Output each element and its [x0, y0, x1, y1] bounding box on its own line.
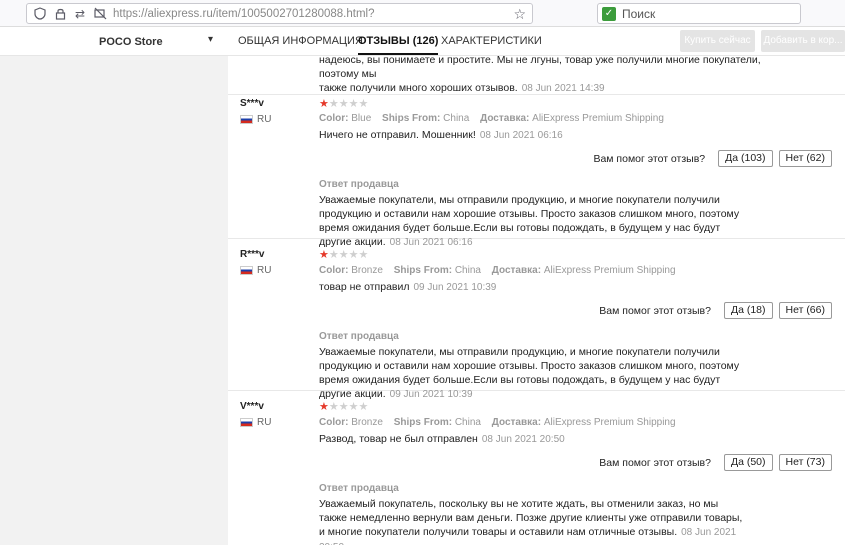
store-name[interactable]: POCO Store [99, 36, 163, 48]
vote-yes-button[interactable]: Да (18) [723, 302, 773, 319]
helpful-votes: Вам помог этот отзыв? Да (50) Нет (73) [599, 454, 832, 471]
lock-icon[interactable] [53, 7, 67, 21]
helpful-question: Вам помог этот отзыв? [599, 304, 711, 317]
review-item: S***v RU ★★★★★ Color: Blue Ships From: C… [228, 95, 845, 248]
star-rating: ★★★★★ [319, 248, 368, 261]
review-item: R***v RU ★★★★★ Color: Bronze Ships From:… [228, 239, 845, 400]
reviewer-country: RU [240, 265, 271, 276]
seller-reply-title: Ответ продавца [319, 483, 399, 494]
buy-now-button[interactable]: Купить сейчас [680, 30, 755, 52]
search-input[interactable]: ✓ Поиск [597, 3, 801, 24]
reviewer-name: V***v [240, 401, 264, 412]
review-item: V***v RU ★★★★★ Color: Bronze Ships From:… [228, 391, 845, 545]
review-text: Развод, товар не был отправлен 08 Jun 202… [319, 433, 565, 445]
permissions-icon[interactable]: ⇄ [73, 7, 87, 21]
review-date: 09 Jun 2021 10:39 [413, 282, 497, 293]
star-empty-icon: ★★★★ [328, 401, 369, 413]
review-attributes: Color: Bronze Ships From: China Доставка… [319, 265, 676, 276]
store-nav: POCO Store ▾ ОБЩАЯ ИНФОРМАЦИЯ ОТЗЫВЫ (12… [0, 27, 845, 56]
address-bar[interactable]: ⇄ https://aliexpress.ru/item/10050027012… [26, 3, 533, 24]
star-rating: ★★★★★ [319, 97, 368, 110]
review-attributes: Color: Bronze Ships From: China Доставка… [319, 417, 676, 428]
flag-ru-icon [240, 418, 253, 427]
star-empty-icon: ★★★★ [328, 249, 369, 261]
url-text: https://aliexpress.ru/item/1005002701280… [113, 8, 374, 20]
vote-yes-button[interactable]: Да (103) [718, 150, 773, 167]
star-rating: ★★★★★ [319, 400, 368, 413]
url-base: https://aliexpress.ru [113, 7, 213, 20]
tab-general-info[interactable]: ОБЩАЯ ИНФОРМАЦИЯ [238, 35, 363, 47]
reply-text: надеюсь, вы понимаете и простите. Мы не … [319, 56, 761, 94]
url-path: /item/1005002701280088.html? [212, 7, 375, 20]
reviewer-country: RU [240, 114, 271, 125]
camera-off-icon[interactable] [93, 7, 107, 21]
search-placeholder: Поиск [622, 6, 656, 21]
seller-reply-title: Ответ продавца [319, 331, 399, 342]
vote-no-button[interactable]: Нет (62) [778, 150, 832, 167]
tab-reviews[interactable]: ОТЗЫВЫ (126) [358, 35, 439, 55]
chevron-down-icon[interactable]: ▾ [208, 34, 213, 45]
browser-toolbar: ⇄ https://aliexpress.ru/item/10050027012… [0, 0, 845, 27]
reviewer-name: S***v [240, 98, 264, 109]
tab-specifications[interactable]: ХАРАКТЕРИСТИКИ [441, 35, 542, 47]
search-engine-icon: ✓ [602, 6, 616, 21]
helpful-question: Вам помог этот отзыв? [599, 456, 711, 469]
review-text: товар не отправил 09 Jun 2021 10:39 [319, 281, 497, 293]
seller-reply-text: Уважаемый покупатель, поскольку вы не хо… [319, 497, 749, 545]
reply-date: 08 Jun 2021 14:39 [521, 83, 605, 94]
review-attributes: Color: Blue Ships From: China Доставка: … [319, 113, 664, 124]
bookmark-star-icon[interactable]: ☆ [513, 6, 526, 23]
review-fragment: надеюсь, вы понимаете и простите. Мы не … [228, 56, 845, 95]
reviewer-country: RU [240, 417, 271, 428]
add-to-cart-button[interactable]: Добавить в кор... [761, 30, 845, 52]
reviewer-name: R***v [240, 249, 265, 260]
helpful-votes: Вам помог этот отзыв? Да (18) Нет (66) [599, 302, 832, 319]
helpful-votes: Вам помог этот отзыв? Да (103) Нет (62) [593, 150, 832, 167]
vote-no-button[interactable]: Нет (73) [778, 454, 832, 471]
review-date: 08 Jun 2021 06:16 [479, 130, 563, 141]
flag-ru-icon [240, 266, 253, 275]
vote-no-button[interactable]: Нет (66) [778, 302, 832, 319]
star-empty-icon: ★★★★ [328, 98, 369, 110]
shield-icon[interactable] [33, 6, 47, 21]
review-text: Ничего не отправил. Мошенник! 08 Jun 2021… [319, 129, 563, 141]
star-filled-icon: ★ [319, 401, 329, 413]
star-filled-icon: ★ [319, 249, 329, 261]
star-filled-icon: ★ [319, 98, 329, 110]
reviews-list: надеюсь, вы понимаете и простите. Мы не … [228, 56, 845, 545]
flag-ru-icon [240, 115, 253, 124]
vote-yes-button[interactable]: Да (50) [723, 454, 773, 471]
helpful-question: Вам помог этот отзыв? [593, 152, 706, 165]
seller-reply-title: Ответ продавца [319, 179, 399, 190]
review-date: 08 Jun 2021 20:50 [481, 434, 565, 445]
